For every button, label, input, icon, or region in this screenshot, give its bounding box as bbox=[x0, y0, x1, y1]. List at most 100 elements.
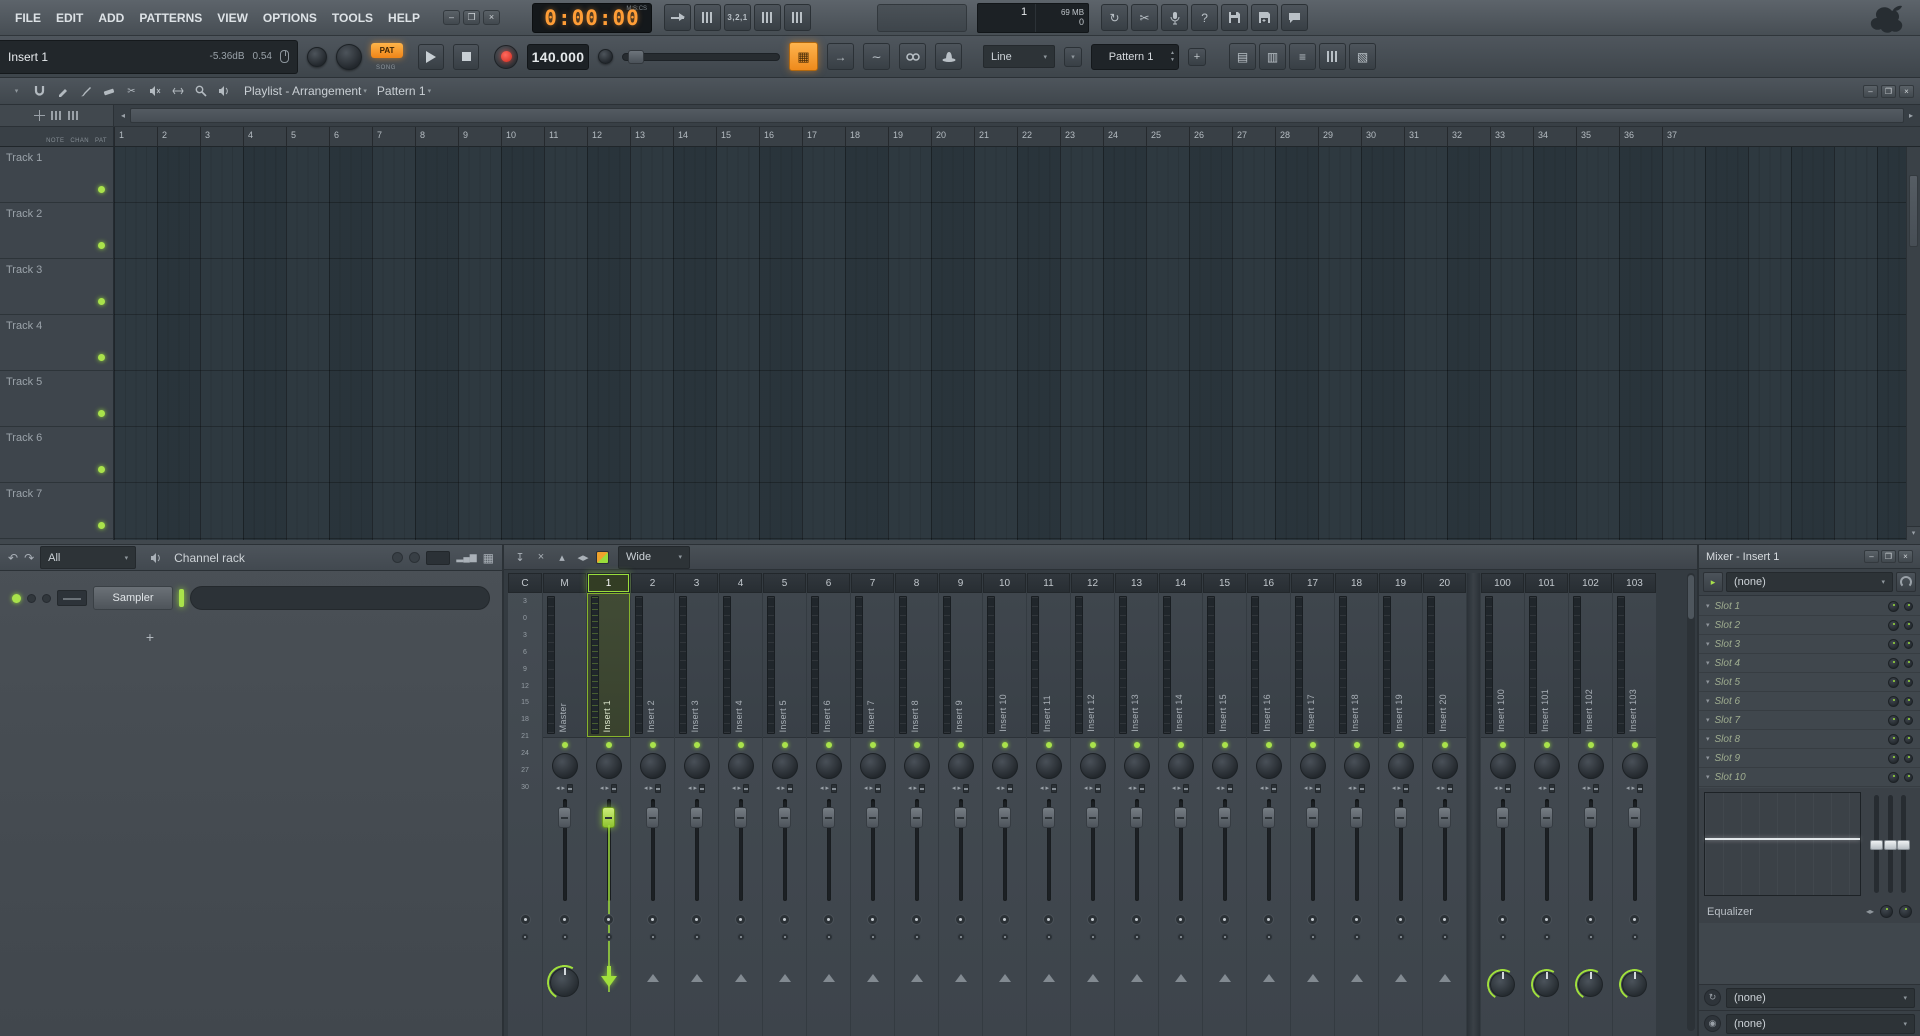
strip-record-dot[interactable] bbox=[560, 933, 569, 942]
eq-graph[interactable] bbox=[1704, 792, 1861, 896]
strip-volume-fader[interactable] bbox=[1335, 795, 1378, 905]
strip-record-dot[interactable] bbox=[780, 933, 789, 942]
strip-number[interactable]: 12 bbox=[1071, 573, 1114, 593]
chevron-down-icon[interactable]: ▾ bbox=[428, 87, 432, 95]
fader-handle[interactable] bbox=[1393, 807, 1407, 828]
graph-editor-icon[interactable]: ▂▄▆ bbox=[456, 552, 476, 563]
strip-number[interactable]: 20 bbox=[1423, 573, 1466, 593]
strip-mute-led[interactable] bbox=[1045, 738, 1052, 751]
strip-record-dot[interactable] bbox=[1264, 933, 1273, 942]
strip-volume-fader[interactable] bbox=[675, 795, 718, 905]
strip-volume-fader[interactable] bbox=[587, 795, 630, 905]
mixer-strip-17[interactable]: 17 Insert 17 ◂ ▸ bbox=[1291, 573, 1334, 1036]
slot-enable-knob[interactable] bbox=[1888, 638, 1899, 650]
slot-name[interactable]: Slot 8 bbox=[1715, 734, 1883, 745]
mixer-strip-3[interactable]: 3 Insert 3 ◂ ▸ bbox=[675, 573, 718, 1036]
fader-handle[interactable] bbox=[1041, 807, 1055, 828]
performance-mode-button[interactable] bbox=[935, 43, 962, 70]
layout-color-icon[interactable] bbox=[596, 550, 609, 564]
track-led[interactable] bbox=[98, 466, 105, 473]
chevron-down-icon[interactable]: ▾ bbox=[1706, 773, 1710, 781]
mixer-strip-4[interactable]: 4 Insert 4 ◂ ▸ bbox=[719, 573, 762, 1036]
strip-mute-led[interactable] bbox=[825, 738, 832, 751]
strip-solo-dot[interactable] bbox=[1043, 913, 1054, 925]
preset-selector[interactable]: (none) ▾ bbox=[1726, 572, 1893, 592]
arrow-button[interactable]: → bbox=[827, 43, 854, 70]
fader-handle[interactable] bbox=[689, 807, 703, 828]
strip-solo-dot[interactable] bbox=[735, 913, 746, 925]
chevron-down-icon[interactable]: ▾ bbox=[1706, 659, 1710, 667]
strip-volume-fader[interactable] bbox=[807, 795, 850, 905]
strip-number[interactable]: M bbox=[543, 573, 586, 593]
slot-enable-knob[interactable] bbox=[1888, 733, 1899, 745]
detach-icon[interactable]: × bbox=[533, 551, 549, 563]
strip-number[interactable]: 15 bbox=[1203, 573, 1246, 593]
chevron-down-icon[interactable]: ▾ bbox=[1706, 735, 1710, 743]
strip-mute-led[interactable] bbox=[1499, 738, 1506, 751]
preset-knob-button[interactable] bbox=[1896, 572, 1916, 592]
pattern-mode-label[interactable]: PAT bbox=[371, 42, 403, 58]
dock-icon[interactable]: ↧ bbox=[512, 551, 528, 564]
strip-solo-dot[interactable] bbox=[1263, 913, 1274, 925]
strip-stereo-controls[interactable]: ◂ ▸ bbox=[1260, 781, 1278, 795]
bar-ruler[interactable]: 1 2 3 4 5 6 7 8 9 10 11 12 13 14 15 16 17 18 19 20 21 22 23 24 2… bbox=[114, 127, 1920, 146]
slip-tool-button[interactable] bbox=[167, 81, 188, 102]
strip-solo-dot[interactable] bbox=[1541, 913, 1552, 925]
slot-name[interactable]: Slot 10 bbox=[1715, 772, 1883, 783]
strip-volume-fader[interactable] bbox=[851, 795, 894, 905]
strip-solo-dot[interactable] bbox=[691, 913, 702, 925]
strip-solo-dot[interactable] bbox=[911, 913, 922, 925]
strip-meter[interactable]: Insert 18 bbox=[1335, 593, 1378, 738]
audio-input-selector[interactable]: (none) ▾ bbox=[1726, 987, 1915, 1008]
mixer-strip-20[interactable]: 20 Insert 20 ◂ ▸ bbox=[1423, 573, 1466, 1036]
pattern-selector[interactable]: Pattern 1 ▲ ▼ bbox=[1091, 43, 1179, 70]
strip-meter[interactable]: Insert 14 bbox=[1159, 593, 1202, 738]
strip-meter[interactable]: Insert 103 bbox=[1613, 593, 1656, 738]
strip-pan-knob[interactable] bbox=[639, 753, 666, 779]
menu-file[interactable]: FILE bbox=[8, 8, 48, 28]
strip-mute-led[interactable] bbox=[1397, 738, 1404, 751]
slot-mix-knob[interactable] bbox=[1904, 639, 1913, 649]
fader-handle[interactable] bbox=[1495, 807, 1509, 828]
swing-box[interactable] bbox=[426, 550, 451, 565]
slot-enable-knob[interactable] bbox=[1888, 752, 1899, 764]
song-mode-label[interactable]: SONG bbox=[376, 65, 396, 71]
strip-mute-led[interactable] bbox=[1309, 738, 1316, 751]
mixer-strip-100[interactable]: 100 Insert 100 ◂ ▸ bbox=[1481, 573, 1524, 1036]
playlist-ruler[interactable]: NOTE CHAN PAT 1 2 3 4 5 6 7 8 9 10 11 12 13 14 15 16 17 18 1… bbox=[0, 127, 1920, 147]
strip-record-dot[interactable] bbox=[1308, 933, 1317, 942]
strip-pan-knob[interactable] bbox=[551, 753, 578, 779]
strip-number[interactable]: 5 bbox=[763, 573, 806, 593]
strip-meter[interactable]: Master bbox=[543, 593, 586, 738]
fader-handle[interactable] bbox=[1217, 807, 1231, 828]
toggle-browser-button[interactable]: ▧ bbox=[1349, 43, 1376, 70]
strip-mute-led[interactable] bbox=[605, 738, 612, 751]
delete-tool-button[interactable] bbox=[98, 81, 119, 102]
slide-icon[interactable] bbox=[51, 111, 62, 120]
strip-mute-led[interactable] bbox=[781, 738, 788, 751]
strip-solo-dot[interactable] bbox=[1131, 913, 1142, 925]
strip-record-dot[interactable] bbox=[604, 933, 613, 942]
strip-mute-led[interactable] bbox=[1221, 738, 1228, 751]
slot-mix-knob[interactable] bbox=[1904, 715, 1913, 725]
undo-history-button[interactable]: ↻ bbox=[1101, 4, 1129, 31]
strip-meter[interactable]: Insert 20 bbox=[1423, 593, 1466, 738]
record-audio-button[interactable] bbox=[1161, 4, 1189, 31]
slot-mix-knob[interactable] bbox=[1904, 734, 1913, 744]
strip-stereo-controls[interactable]: ◂ ▸ bbox=[600, 781, 618, 795]
strip-meter[interactable]: Insert 100 bbox=[1481, 593, 1524, 738]
strip-mute-led[interactable] bbox=[1177, 738, 1184, 751]
route-toggle-icon[interactable] bbox=[1306, 974, 1319, 982]
strip-mute-led[interactable] bbox=[561, 738, 568, 751]
effect-slot[interactable]: ▾ Slot 5 bbox=[1699, 673, 1920, 692]
strip-stereo-controls[interactable]: ◂ ▸ bbox=[1084, 781, 1102, 795]
mixer-strip-19[interactable]: 19 Insert 19 ◂ ▸ bbox=[1379, 573, 1422, 1036]
fader-handle[interactable] bbox=[1085, 807, 1099, 828]
mixer-strip-12[interactable]: 12 Insert 12 ◂ ▸ bbox=[1071, 573, 1114, 1036]
strip-number[interactable]: 8 bbox=[895, 573, 938, 593]
menu-add[interactable]: ADD bbox=[91, 8, 131, 28]
strip-number[interactable]: 103 bbox=[1613, 573, 1656, 593]
strip-stereo-controls[interactable]: ◂ ▸ bbox=[1216, 781, 1234, 795]
eq-freq-knob[interactable] bbox=[1880, 905, 1893, 918]
eq-high-fader[interactable] bbox=[1897, 795, 1911, 893]
